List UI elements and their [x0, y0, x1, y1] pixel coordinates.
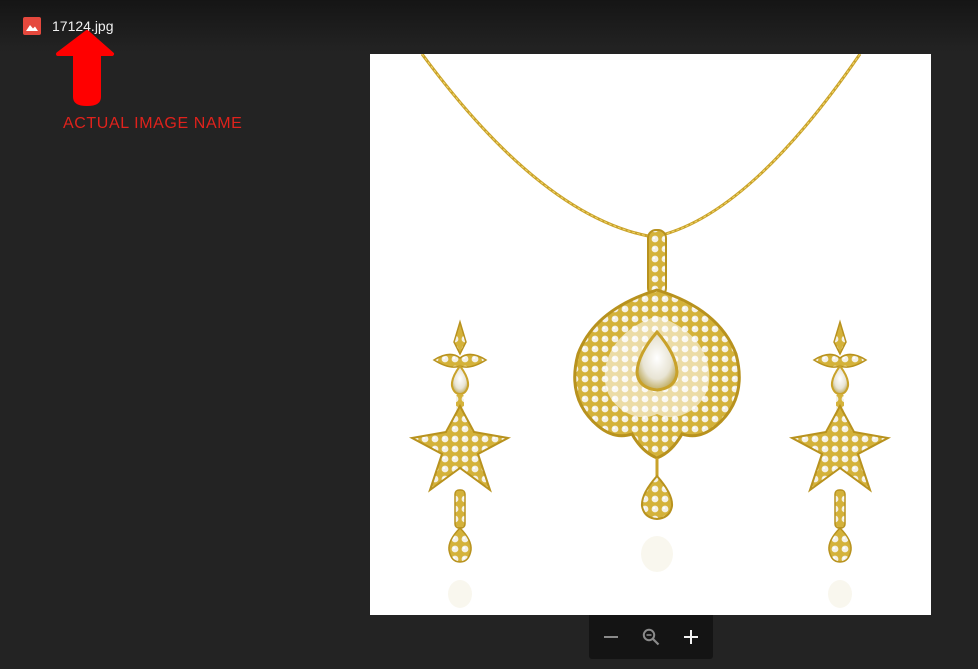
zoom-reset-button[interactable] — [631, 615, 671, 659]
zoom-controls — [589, 615, 713, 659]
magnifier-icon — [642, 628, 660, 646]
zoom-out-button[interactable] — [591, 615, 631, 659]
zoom-in-button[interactable] — [671, 615, 711, 659]
annotation-label: ACTUAL IMAGE NAME — [63, 115, 243, 132]
jewelry-image — [408, 54, 892, 608]
plus-icon — [684, 630, 698, 644]
minus-icon — [604, 636, 618, 638]
image-viewer[interactable] — [370, 54, 931, 615]
image-icon — [23, 17, 41, 35]
top-bar — [0, 0, 978, 52]
arrow-up-icon — [50, 28, 120, 108]
